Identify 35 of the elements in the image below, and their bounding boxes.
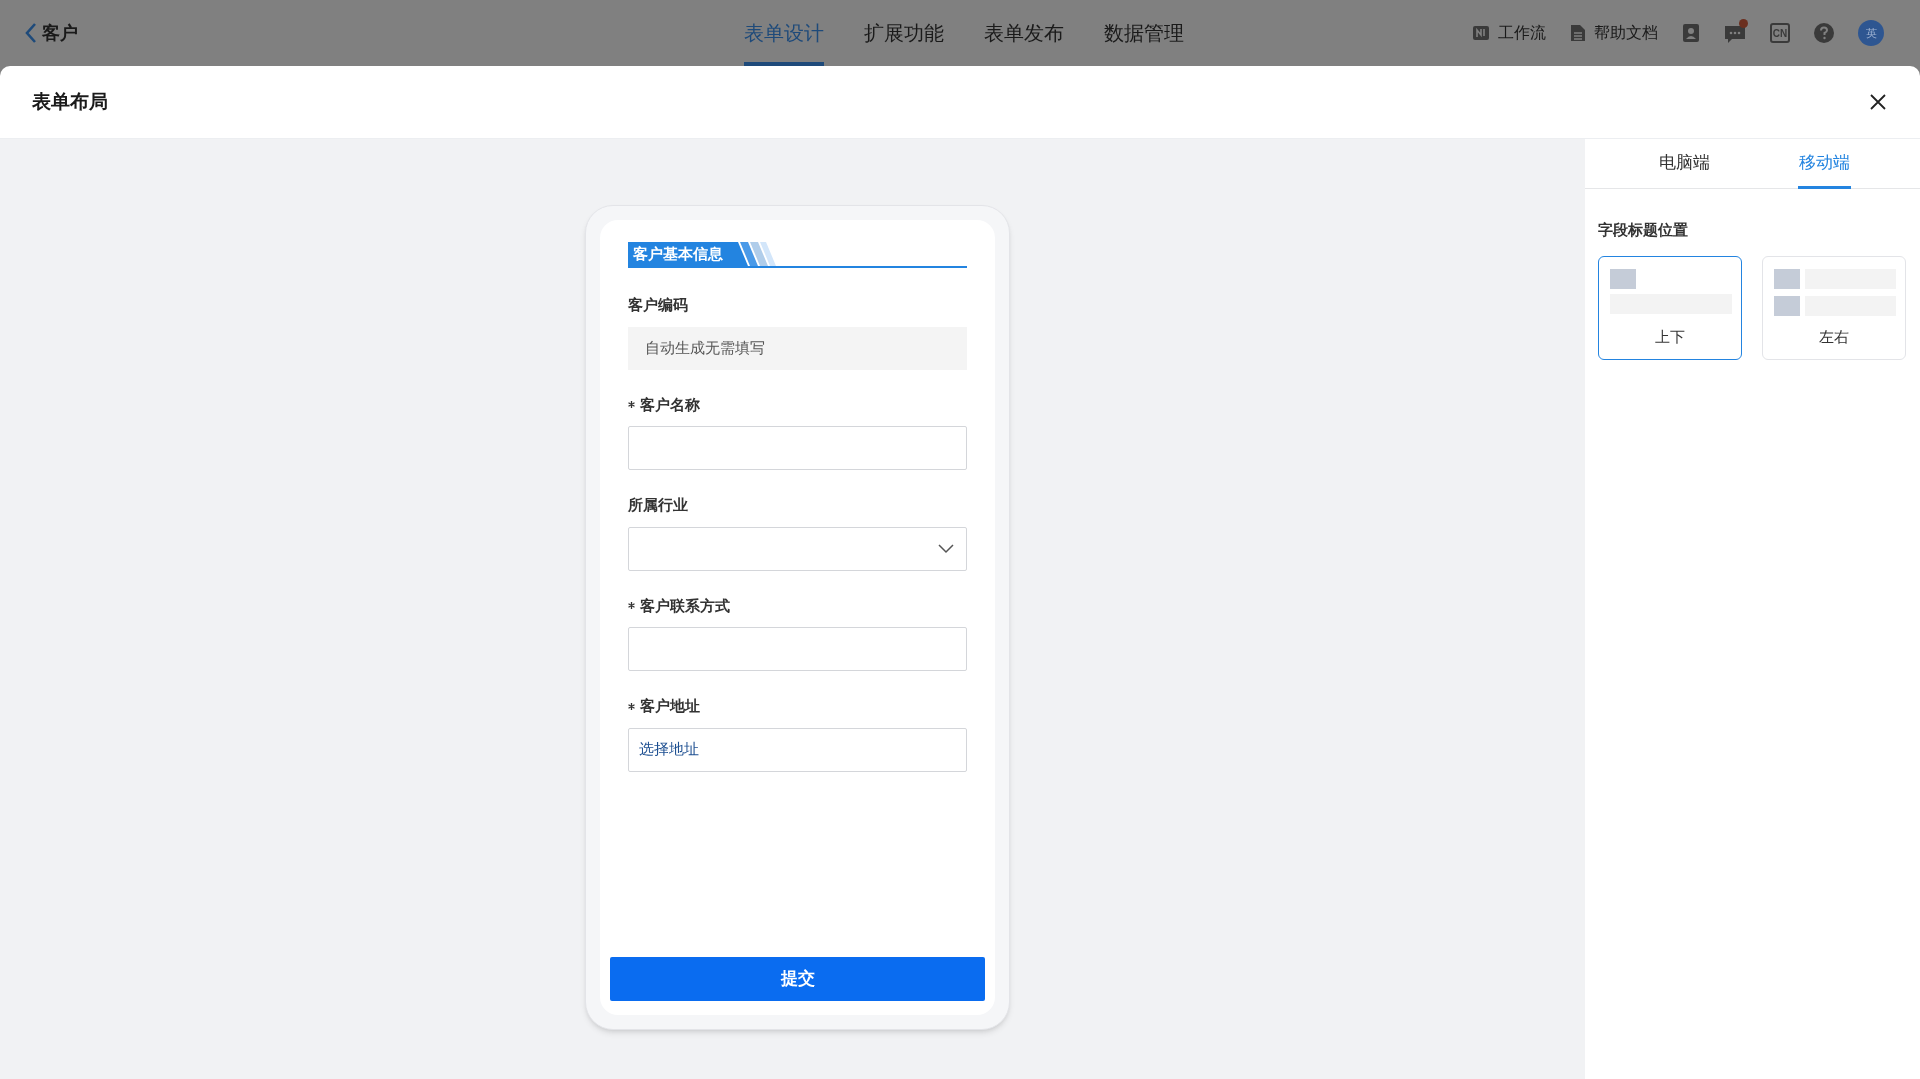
user-avatar[interactable]: 英	[1858, 20, 1884, 46]
close-button[interactable]	[1869, 93, 1887, 111]
stacked-layout-icon	[1610, 268, 1732, 314]
field-label: 客户联系方式	[640, 595, 730, 616]
back-icon	[24, 22, 38, 44]
device-tab[interactable]: 移动端	[1754, 139, 1894, 188]
address-picker[interactable]: 选择地址	[628, 727, 967, 772]
field-label: 客户名称	[640, 394, 700, 415]
nav-tab[interactable]: 数据管理	[1104, 0, 1184, 66]
field-label: 所属行业	[628, 495, 688, 515]
close-icon	[1869, 93, 1887, 111]
readonly-field: 自动生成无需填写	[628, 326, 967, 370]
layout-option[interactable]: 上下	[1598, 255, 1742, 360]
contact-card-icon[interactable]	[1682, 23, 1700, 43]
settings-heading: 字段标题位置	[1597, 220, 1689, 240]
chat-icon[interactable]	[1724, 24, 1746, 44]
nav-tab[interactable]: 表单发布	[984, 0, 1064, 66]
header-link[interactable]: 帮助文档	[1570, 21, 1658, 45]
back-button[interactable]: 客户	[24, 19, 78, 47]
nav-tab[interactable]: 扩展功能	[864, 0, 944, 66]
text-input[interactable]	[628, 627, 967, 671]
document-icon	[1570, 24, 1586, 42]
field-label: 客户编码	[628, 295, 688, 315]
device-tab[interactable]: 电脑端	[1614, 139, 1754, 188]
select-field[interactable]	[628, 526, 967, 571]
side-layout-icon	[1774, 268, 1896, 316]
field-label: 客户地址	[640, 696, 700, 716]
submit-button[interactable]: 提交	[610, 957, 985, 1001]
header-link[interactable]: 工作流	[1472, 21, 1546, 45]
chevron-down-icon	[938, 543, 954, 554]
layout-option[interactable]: 左右	[1762, 255, 1906, 360]
language-button[interactable]: CN	[1770, 23, 1790, 43]
modal-title: 表单布局	[32, 89, 108, 114]
text-input[interactable]	[628, 426, 967, 470]
help-icon[interactable]	[1814, 23, 1834, 43]
